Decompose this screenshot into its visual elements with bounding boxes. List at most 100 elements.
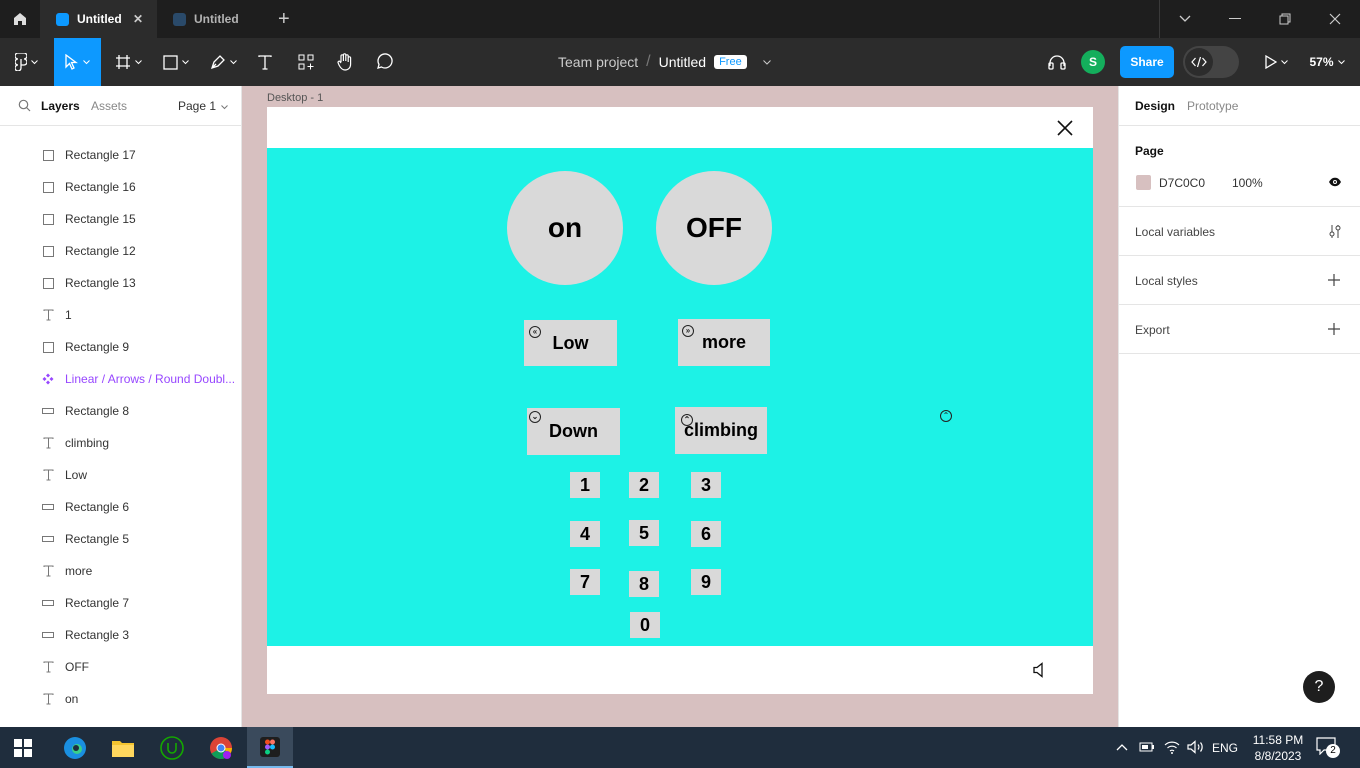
layer-item[interactable]: Rectangle 17 (0, 139, 240, 171)
key-9[interactable]: 9 (691, 569, 721, 595)
layer-item[interactable]: Low (0, 459, 240, 491)
page-selector[interactable]: Page 1 (178, 99, 229, 113)
comment-tool-button[interactable] (369, 38, 399, 86)
layer-item[interactable]: Rectangle 15 (0, 203, 240, 235)
minimize-button[interactable] (1210, 0, 1260, 38)
tab-design[interactable]: Design (1135, 99, 1175, 113)
start-button[interactable] (0, 727, 46, 768)
key-5[interactable]: 5 (629, 520, 659, 546)
key-2[interactable]: 2 (629, 472, 659, 498)
notifications-button[interactable]: 2 (1316, 737, 1342, 759)
clock[interactable]: 11:58 PM 8/8/2023 (1250, 732, 1306, 764)
present-button[interactable] (1256, 38, 1296, 86)
sliders-icon[interactable] (1328, 224, 1342, 239)
down-button[interactable]: ⌄ Down (527, 408, 620, 455)
close-window-button[interactable] (1310, 0, 1360, 38)
eye-icon[interactable] (1328, 177, 1342, 187)
chevron-down-icon[interactable] (762, 59, 771, 65)
chevron-up-circle-icon[interactable]: ⌃ (940, 410, 952, 422)
search-icon[interactable] (18, 99, 31, 112)
export-section[interactable]: Export (1119, 305, 1360, 354)
layer-item[interactable]: Rectangle 13 (0, 267, 240, 299)
key-6[interactable]: 6 (691, 521, 721, 547)
key-7[interactable]: 7 (570, 569, 600, 595)
volume-icon[interactable] (1187, 740, 1205, 754)
edge-app[interactable] (52, 727, 98, 768)
home-button[interactable] (0, 0, 40, 38)
close-icon[interactable] (1057, 120, 1073, 136)
plus-icon[interactable] (1328, 323, 1340, 335)
share-button[interactable]: Share (1120, 46, 1174, 78)
help-button[interactable]: ? (1303, 671, 1335, 703)
design-canvas[interactable]: Desktop - 1 on OFF « Low » more ⌄ Down ⌃… (242, 86, 1118, 727)
tab-prototype[interactable]: Prototype (1187, 99, 1238, 113)
layer-item[interactable]: 1 (0, 299, 240, 331)
key-1[interactable]: 1 (570, 472, 600, 498)
page-opacity-value[interactable]: 100% (1232, 176, 1263, 190)
low-button[interactable]: « Low (524, 320, 617, 366)
close-tab-icon[interactable]: ✕ (133, 12, 143, 26)
more-button[interactable]: » more (678, 319, 770, 366)
climbing-button[interactable]: ⌃ climbing (675, 407, 767, 454)
layer-item[interactable]: Linear / Arrows / Round Doubl... (0, 363, 240, 395)
tab-layers[interactable]: Layers (41, 99, 80, 113)
tab-assets[interactable]: Assets (91, 99, 127, 113)
layer-item[interactable]: on (0, 683, 240, 715)
key-8[interactable]: 8 (629, 571, 659, 597)
layer-item[interactable]: Rectangle 7 (0, 587, 240, 619)
file-explorer-app[interactable] (100, 727, 146, 768)
project-name[interactable]: Team project (558, 54, 638, 70)
new-tab-button[interactable]: + (278, 8, 290, 31)
tab-untitled[interactable]: Untitled (157, 0, 270, 38)
restore-button[interactable] (1260, 0, 1310, 38)
move-tool-button[interactable] (54, 38, 101, 86)
page-color-value[interactable]: D7C0C0 (1159, 176, 1205, 190)
key-4[interactable]: 4 (570, 521, 600, 547)
layer-item[interactable]: Rectangle 6 (0, 491, 240, 523)
layer-item[interactable]: climbing (0, 427, 240, 459)
layer-item[interactable]: Rectangle 5 (0, 523, 240, 555)
battery-icon[interactable] (1139, 741, 1155, 753)
upwork-app[interactable] (149, 727, 195, 768)
layer-item[interactable]: OFF (0, 651, 240, 683)
audio-button[interactable] (1042, 38, 1072, 86)
frame-tool-button[interactable] (108, 38, 148, 86)
figma-app[interactable] (247, 727, 293, 768)
language-indicator[interactable]: ENG (1212, 741, 1238, 755)
chrome-app[interactable] (198, 727, 244, 768)
tab-untitled-active[interactable]: Untitled ✕ (40, 0, 157, 38)
main-menu-button[interactable] (6, 38, 46, 86)
chevron-down-circle-icon: ⌄ (529, 411, 541, 423)
resources-tool-button[interactable] (291, 38, 321, 86)
frame-label[interactable]: Desktop - 1 (267, 92, 323, 104)
zoom-menu[interactable]: 57% (1302, 38, 1352, 86)
local-styles-section[interactable]: Local styles (1119, 256, 1360, 305)
hand-tool-button[interactable] (330, 38, 360, 86)
layer-item[interactable]: Rectangle 9 (0, 331, 240, 363)
layer-item[interactable]: Rectangle 16 (0, 171, 240, 203)
text-tool-button[interactable] (250, 38, 280, 86)
page-color-swatch[interactable] (1136, 175, 1151, 190)
file-name[interactable]: Untitled (659, 54, 706, 70)
speaker-icon[interactable] (1033, 662, 1047, 678)
key-0[interactable]: 0 (630, 612, 660, 638)
off-button[interactable]: OFF (656, 171, 772, 285)
avatar[interactable]: S (1081, 50, 1105, 74)
layer-item[interactable]: Rectangle 3 (0, 619, 240, 651)
key-3[interactable]: 3 (691, 472, 721, 498)
layer-item[interactable]: Rectangle 8 (0, 395, 240, 427)
layer-item[interactable]: more (0, 555, 240, 587)
layer-label: Rectangle 3 (65, 628, 130, 642)
tabs-dropdown-button[interactable] (1160, 0, 1210, 38)
local-variables-section[interactable]: Local variables (1119, 207, 1360, 256)
wifi-icon[interactable] (1164, 740, 1180, 754)
pen-tool-button[interactable] (202, 38, 244, 86)
desktop-frame[interactable]: on OFF « Low » more ⌄ Down ⌃ climbing ⌃ … (267, 107, 1093, 694)
on-button[interactable]: on (507, 171, 623, 285)
shape-tool-button[interactable] (156, 38, 196, 86)
dev-mode-toggle[interactable] (1183, 46, 1239, 78)
plus-icon[interactable] (1328, 274, 1340, 286)
chevron-up-icon[interactable] (1116, 743, 1128, 751)
layer-label: on (65, 692, 79, 706)
layer-item[interactable]: Rectangle 12 (0, 235, 240, 267)
